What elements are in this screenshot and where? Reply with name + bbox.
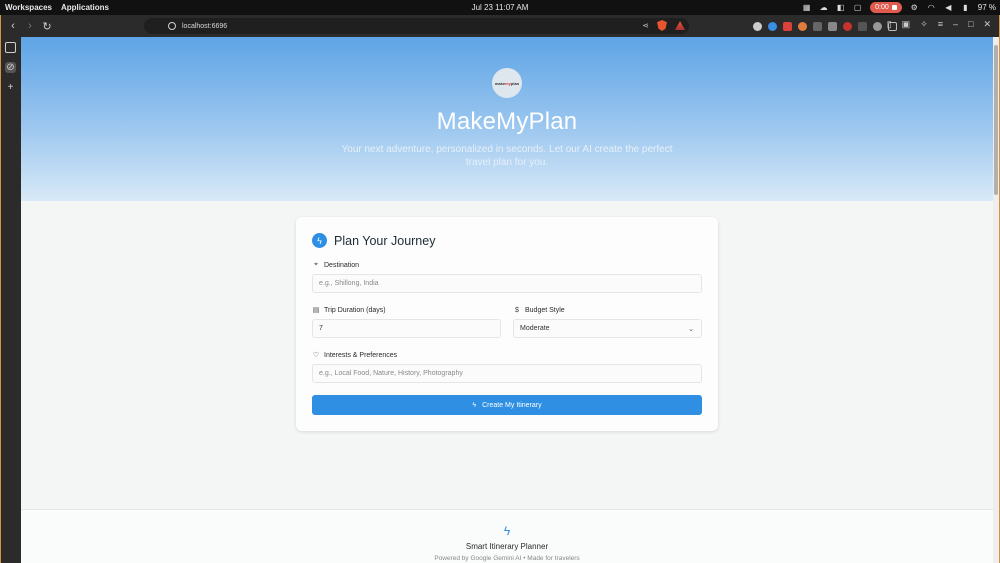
close-icon[interactable]: ✕ [983, 19, 991, 30]
forward-icon[interactable]: › [23, 19, 37, 33]
volume-icon[interactable]: ◀ [944, 3, 953, 12]
window-tile-icon[interactable]: ▦ [802, 3, 811, 12]
new-tab-icon[interactable]: + [5, 82, 16, 93]
page-footer: ϟ Smart Itinerary Planner Powered by Goo… [21, 509, 993, 563]
extension-icon[interactable] [768, 21, 777, 31]
page-viewport: make my plan MakeMyPlan Your next adventur… [21, 37, 993, 563]
extension-icon[interactable] [858, 21, 867, 31]
address-bar[interactable]: localhost:6696 ⋖ [144, 18, 689, 34]
applications-menu[interactable]: Applications [61, 3, 109, 12]
logo-text: make [494, 80, 506, 86]
interests-label-text: Interests & Preferences [324, 351, 398, 359]
page-scrollbar[interactable] [993, 37, 999, 563]
browser-toolbar: ‹ › ↻ localhost:6696 ⋖ ▯ ▣ ✧ ≡ – □ ✕ [1, 15, 999, 37]
heart-icon: ♡ [312, 352, 320, 359]
duration-input[interactable]: 7 [312, 319, 501, 338]
screen-recording-indicator[interactable]: 0:00 [870, 2, 902, 13]
extension-icon[interactable] [783, 21, 792, 31]
destination-input[interactable]: e.g., Shillong, India [312, 274, 702, 293]
interests-label: ♡ Interests & Preferences [312, 351, 398, 360]
menu-icon[interactable]: ≡ [938, 19, 943, 30]
minimize-icon[interactable]: – [953, 19, 958, 30]
extension-icon[interactable] [753, 21, 762, 31]
duration-label: ▤ Trip Duration (days) [312, 306, 386, 315]
stop-recording-icon [891, 5, 897, 10]
hero-section: make my plan MakeMyPlan Your next adventur… [21, 37, 993, 201]
duration-label-text: Trip Duration (days) [324, 306, 386, 314]
cloud-icon[interactable]: ☁ [819, 3, 828, 12]
logo-text-tail: plan [510, 80, 520, 86]
recording-time: 0:00 [875, 4, 889, 11]
wifi-icon[interactable]: ◠ [927, 3, 936, 12]
extension-icon[interactable] [813, 21, 822, 31]
hero-subtitle: Your next adventure, personalized in sec… [341, 144, 673, 168]
plan-journey-card: ϟ Plan Your Journey ⌖ Destination e.g., … [296, 217, 718, 431]
workspaces-menu[interactable]: Workspaces [5, 3, 52, 12]
os-top-bar: Workspaces Applications Jul 23 11:07 AM … [0, 0, 1000, 15]
battery-percent: 97 % [977, 3, 996, 12]
settings-gear-icon[interactable]: ⚙ [910, 3, 919, 12]
reload-icon[interactable]: ↻ [40, 19, 54, 33]
lightning-icon: ϟ [312, 233, 327, 248]
budget-label-text: Budget Style [525, 306, 565, 314]
footer-subtitle: Powered by Google Gemini AI • Made for t… [434, 555, 580, 562]
card-header: ϟ Plan Your Journey [312, 233, 435, 248]
browser-window: ‹ › ↻ localhost:6696 ⋖ ▯ ▣ ✧ ≡ – □ ✕ ⊘ +… [0, 15, 1000, 563]
create-itinerary-button[interactable]: ϟ Create My Itinerary [312, 395, 702, 415]
leo-ai-icon[interactable]: ✧ [920, 19, 928, 30]
scrollbar-thumb[interactable] [994, 45, 998, 195]
app-logo: make my plan [492, 68, 522, 98]
budget-label: $ Budget Style [513, 306, 565, 314]
battery-icon[interactable]: ▮ [961, 3, 970, 12]
extension-icon[interactable] [798, 21, 807, 31]
clipboard-icon[interactable]: ▢ [853, 3, 862, 12]
interests-input[interactable]: e.g., Local Food, Nature, History, Photo… [312, 364, 702, 383]
site-info-icon[interactable] [168, 22, 176, 30]
app-indicator-icon[interactable]: ◧ [836, 3, 845, 12]
sidebar-toggle-icon[interactable]: ▯ [887, 19, 892, 30]
brave-shields-icon[interactable] [657, 20, 667, 31]
lightning-icon: ϟ [472, 401, 477, 409]
browser-side-rail: ⊘ + [1, 37, 21, 563]
brave-rewards-icon[interactable] [675, 21, 685, 30]
tab-favicon-icon[interactable]: ⊘ [5, 62, 16, 73]
extensions-bar [753, 20, 897, 32]
lightning-icon: ϟ [503, 524, 511, 538]
destination-label-text: Destination [324, 261, 360, 269]
footer-title: Smart Itinerary Planner [465, 542, 549, 551]
url-text: localhost:6696 [182, 22, 228, 30]
back-icon[interactable]: ‹ [6, 19, 20, 33]
maximize-icon[interactable]: □ [968, 19, 973, 30]
dollar-icon: $ [515, 306, 519, 314]
card-title: Plan Your Journey [334, 233, 436, 248]
extension-icon[interactable] [828, 21, 837, 31]
map-pin-icon: ⌖ [314, 261, 318, 268]
calendar-icon: ▤ [312, 307, 320, 314]
extension-icon[interactable] [843, 21, 852, 31]
page-title: MakeMyPlan [436, 108, 578, 135]
destination-label: ⌖ Destination [312, 261, 359, 269]
sidebar-panel-icon[interactable] [5, 42, 16, 53]
chevron-down-icon: ⌄ [688, 326, 694, 333]
wallet-icon[interactable]: ▣ [902, 19, 911, 30]
extensions-puzzle-icon[interactable] [873, 21, 882, 31]
budget-select-value: Moderate [520, 325, 550, 332]
window-controls: ▯ ▣ ✧ ≡ – □ ✕ [887, 19, 999, 30]
create-itinerary-label: Create My Itinerary [482, 401, 542, 409]
share-icon[interactable]: ⋖ [642, 21, 649, 30]
budget-select[interactable]: Moderate ⌄ [513, 319, 702, 338]
